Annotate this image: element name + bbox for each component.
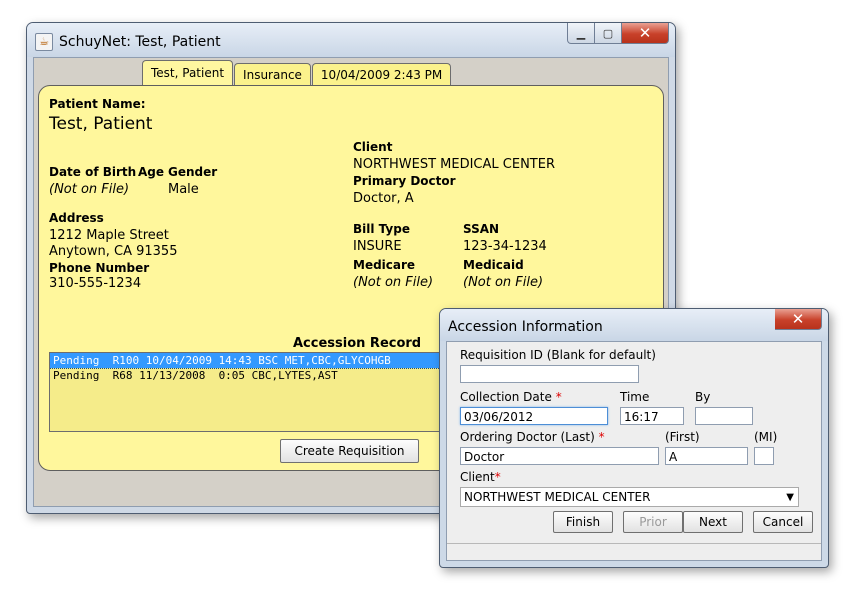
ssan-label: SSAN [463,222,500,236]
dialog-client-area: Requisition ID (Blank for default) Colle… [446,341,822,561]
age-label: Age [138,165,165,179]
by-label: By [695,390,711,404]
first-name-label: (First) [665,430,700,444]
medicaid-label: Medicaid [463,258,524,272]
primary-doctor-value: Doctor, A [353,191,414,206]
accession-information-dialog: Accession Information ✕ Requisition ID (… [439,308,829,568]
java-cup-icon: ☕ [35,33,53,51]
bill-type-value: INSURE [353,239,402,254]
gender-label: Gender [168,165,218,179]
dialog-titlebar[interactable]: Accession Information ✕ [440,309,828,341]
dialog-close-button[interactable]: ✕ [775,309,822,330]
doctor-last-input[interactable]: Doctor [460,447,659,465]
tab-strip: Test, Patient Insurance 10/04/2009 2:43 … [142,60,452,87]
middle-initial-label: (MI) [754,430,778,444]
next-button[interactable]: Next [683,511,743,533]
collection-date-label: Collection Date * [460,390,562,404]
finish-button[interactable]: Finish [553,511,613,533]
prior-button[interactable]: Prior [623,511,683,533]
time-label: Time [620,390,650,404]
client-value: NORTHWEST MEDICAL CENTER [353,157,555,172]
tab-visit-date[interactable]: 10/04/2009 2:43 PM [311,63,452,86]
main-titlebar[interactable]: ☕ SchuyNet: Test, Patient ▁ ▢ ✕ [27,23,675,57]
collection-date-input[interactable]: 03/06/2012 [460,407,608,425]
client-select-value: NORTHWEST MEDICAL CENTER [464,490,651,504]
ssan-value: 123-34-1234 [463,239,547,254]
primary-doctor-label: Primary Doctor [353,174,456,188]
address-line1: 1212 Maple Street [49,228,169,243]
client-label: Client [353,140,393,154]
address-label: Address [49,211,104,225]
bill-type-label: Bill Type [353,222,410,236]
patient-name: Test, Patient [49,114,153,134]
dropdown-arrow-icon: ▼ [786,492,794,503]
address-line2: Anytown, CA 91355 [49,244,178,259]
close-button[interactable]: ✕ [622,23,669,44]
medicaid-value: (Not on File) [463,275,544,290]
required-marker: * [598,430,605,444]
requisition-id-label: Requisition ID (Blank for default) [460,348,656,362]
client-select[interactable]: NORTHWEST MEDICAL CENTER ▼ [460,487,799,507]
window-title: SchuyNet: Test, Patient [59,34,221,50]
tab-insurance[interactable]: Insurance [234,63,311,86]
by-input[interactable] [695,407,753,425]
phone-label: Phone Number [49,261,150,275]
close-icon: ✕ [791,310,805,328]
medicare-label: Medicare [353,258,416,272]
accession-list[interactable]: Pending R100 10/04/2009 14:43 BSC MET,CB… [49,352,501,432]
maximize-button[interactable]: ▢ [595,23,622,44]
minimize-icon: ▁ [576,26,586,40]
requisition-id-input[interactable] [460,365,639,383]
client-label: Client* [460,470,501,484]
time-input[interactable]: 16:17 [620,407,684,425]
doctor-mi-input[interactable] [754,447,774,465]
maximize-icon: ▢ [602,26,614,40]
dialog-title: Accession Information [448,319,603,335]
cancel-button[interactable]: Cancel [753,511,813,533]
phone-value: 310-555-1234 [49,276,142,291]
patient-name-label: Patient Name: [49,97,146,111]
minimize-button[interactable]: ▁ [567,23,595,44]
medicare-value: (Not on File) [353,275,434,290]
doctor-first-input[interactable]: A [665,447,748,465]
list-item[interactable]: Pending R68 11/13/2008 0:05 CBC,LYTES,AS… [50,368,500,383]
tab-patient[interactable]: Test, Patient [142,60,234,87]
create-requisition-button[interactable]: Create Requisition [280,439,419,463]
caption-buttons: ▁ ▢ ✕ [567,23,669,44]
gender-value: Male [168,182,199,197]
accession-record-title: Accession Record [293,336,422,351]
required-marker: * [555,390,562,404]
ordering-doctor-last-label: Ordering Doctor (Last) * [460,430,605,444]
list-item[interactable]: Pending R100 10/04/2009 14:43 BSC MET,CB… [50,353,500,369]
dob-value: (Not on File) [49,182,130,197]
dob-label: Date of Birth [49,165,137,179]
dialog-status-bar [447,543,821,560]
required-marker: * [494,470,501,484]
close-icon: ✕ [638,24,652,42]
